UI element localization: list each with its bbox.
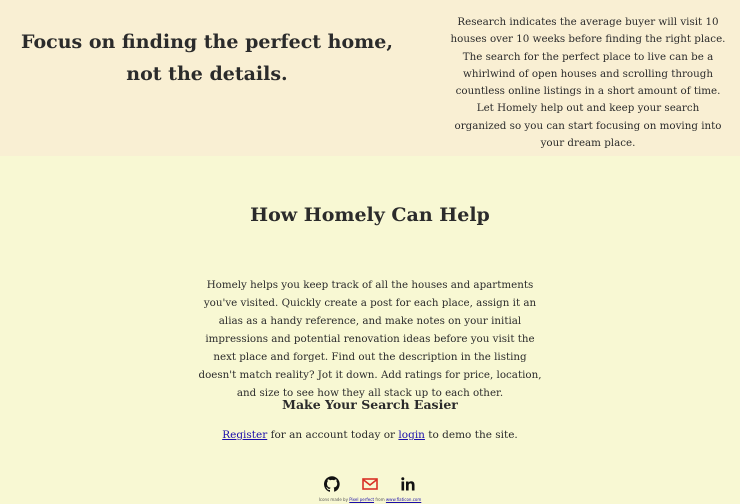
credit-prefix: Icons made by — [318, 497, 350, 502]
credit-mid: from — [374, 497, 386, 502]
hero-section: Focus on finding the perfect home, not t… — [0, 0, 740, 156]
login-link[interactable]: login — [398, 429, 425, 441]
github-icon[interactable] — [323, 476, 340, 492]
cta-line: Register for an account today or login t… — [0, 429, 740, 441]
icon-credits: Icons made by Pixel perfect from www.fla… — [0, 497, 740, 502]
help-title: How Homely Can Help — [250, 204, 490, 226]
flaticon-link[interactable]: www.flaticon.com — [386, 497, 421, 502]
register-link[interactable]: Register — [222, 429, 267, 441]
social-icons — [0, 476, 740, 492]
gmail-icon[interactable] — [362, 476, 378, 492]
cta-text-end: to demo the site. — [424, 429, 518, 441]
cta-text-middle: for an account today or — [267, 429, 399, 441]
research-paragraph: Research indicates the average buyer wil… — [450, 16, 726, 150]
linkedin-icon[interactable] — [400, 476, 416, 492]
hero-headline: Focus on finding the perfect home, not t… — [21, 31, 393, 85]
search-subtitle: Make Your Search Easier — [282, 397, 458, 412]
credit-author-link[interactable]: Pixel perfect — [349, 497, 374, 502]
help-paragraph: Homely helps you keep track of all the h… — [198, 279, 542, 399]
